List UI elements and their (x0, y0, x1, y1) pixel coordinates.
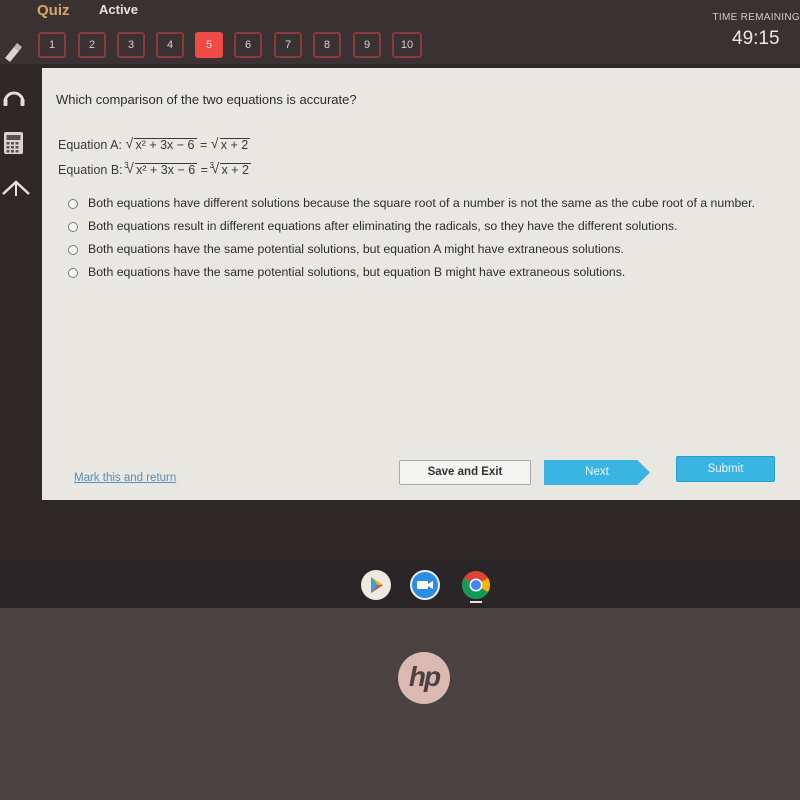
answer-option-text: Both equations have the same potential s… (88, 265, 626, 279)
chrome-icon (462, 571, 490, 599)
radio-button[interactable] (68, 268, 78, 278)
equation-b: Equation B: 3 x² + 3x − 6 = 3 x + 2 (58, 161, 251, 177)
question-button-1[interactable]: 1 (38, 32, 66, 58)
equation-a: Equation A: x² + 3x − 6 = x + 2 (58, 137, 251, 152)
radio-button[interactable] (68, 199, 78, 209)
equals-sign: = (200, 163, 208, 177)
radical-index: 3 (209, 161, 214, 170)
active-app-indicator (470, 601, 482, 603)
radio-button[interactable] (68, 222, 78, 232)
question-panel: Which comparison of the two equations is… (42, 68, 800, 500)
radical-index: 3 (124, 161, 129, 170)
zoom-icon (417, 581, 433, 589)
question-button-7[interactable]: 7 (274, 32, 302, 58)
question-button-5-current[interactable]: 5 (195, 32, 223, 58)
os-shelf (0, 560, 800, 608)
question-button-8[interactable]: 8 (313, 32, 341, 58)
equation-b-right-expression: x + 2 (221, 163, 249, 177)
answer-option-text: Both equations result in different equat… (88, 219, 678, 233)
equation-a-left-radical: x² + 3x − 6 (125, 137, 197, 152)
calculator-icon (4, 132, 23, 154)
play-store-launcher[interactable] (361, 570, 391, 600)
pencil-tool[interactable] (0, 34, 36, 64)
question-button-6[interactable]: 6 (234, 32, 262, 58)
submit-button[interactable]: Submit (676, 456, 775, 482)
question-button-9[interactable]: 9 (353, 32, 381, 58)
time-remaining-value: 49:15 (732, 28, 780, 49)
equation-b-label: Equation B: (58, 163, 123, 177)
question-button-4[interactable]: 4 (156, 32, 184, 58)
quiz-status: Active (99, 2, 139, 17)
equation-b-left-expression: x² + 3x − 6 (136, 163, 196, 177)
question-button-2[interactable]: 2 (78, 32, 106, 58)
calculator-tool[interactable] (0, 128, 36, 158)
pencil-icon (5, 43, 22, 62)
hp-logo: hp (398, 652, 450, 704)
question-prompt: Which comparison of the two equations is… (56, 92, 357, 107)
play-store-icon (371, 577, 383, 593)
radio-button[interactable] (68, 245, 78, 255)
save-and-exit-button[interactable]: Save and Exit (399, 460, 531, 485)
answer-option-text: Both equations have different solutions … (88, 196, 755, 210)
question-button-10[interactable]: 10 (392, 32, 422, 58)
answer-option-text: Both equations have the same potential s… (88, 242, 624, 256)
chrome-launcher[interactable] (461, 570, 491, 600)
tool-rail (0, 30, 36, 200)
time-remaining-label: TIME REMAINING (712, 12, 800, 23)
equation-a-right-radical: x + 2 (211, 137, 251, 152)
collapse-tool[interactable] (0, 170, 36, 200)
answer-option-2[interactable]: Both equations result in different equat… (66, 218, 800, 235)
equation-b-right-radical: 3 x + 2 (209, 161, 251, 177)
app-title: Quiz (37, 2, 70, 19)
mark-and-return-link[interactable]: Mark this and return (74, 472, 176, 484)
equation-b-left-radical: 3 x² + 3x − 6 (124, 161, 198, 177)
next-button[interactable]: Next (544, 460, 650, 485)
headphones-icon (3, 91, 25, 106)
quiz-header: Quiz Active 1 2 3 4 5 6 7 8 9 10 TIME RE… (0, 0, 800, 64)
answer-option-1[interactable]: Both equations have different solutions … (66, 195, 800, 212)
equals-sign: = (199, 138, 208, 152)
question-button-3[interactable]: 3 (117, 32, 145, 58)
collapse-up-icon (2, 180, 30, 196)
laptop-bezel (0, 608, 800, 800)
zoom-launcher[interactable] (410, 570, 440, 600)
headphones-tool[interactable] (0, 82, 36, 112)
answer-option-3[interactable]: Both equations have the same potential s… (66, 241, 800, 258)
equation-a-label: Equation A: (58, 138, 122, 152)
answer-option-4[interactable]: Both equations have the same potential s… (66, 264, 800, 281)
answer-options: Both equations have different solutions … (66, 195, 800, 287)
